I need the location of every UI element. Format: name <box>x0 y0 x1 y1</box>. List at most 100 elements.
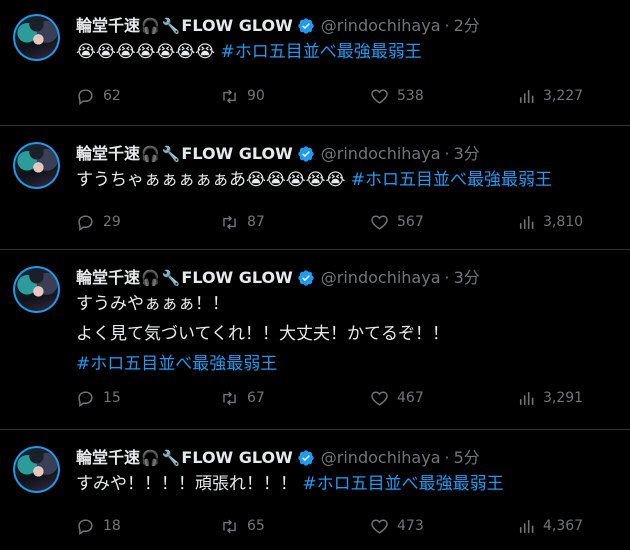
timestamp[interactable]: 2分 <box>454 15 480 37</box>
display-name-suffix[interactable]: FLOW GLOW <box>181 15 292 37</box>
retweet-count: 90 <box>247 88 265 104</box>
heart-icon <box>371 88 388 104</box>
tweet-line: 😭😭😭😭😭😭😭 #ホロ五目並べ最強最弱王 <box>76 42 422 62</box>
handle[interactable]: @rindochihaya <box>321 447 441 469</box>
views-icon <box>519 215 534 229</box>
views-count: 3,810 <box>543 214 584 230</box>
verified-badge-icon <box>298 18 314 34</box>
heart-icon <box>371 390 388 406</box>
like-button[interactable]: 467 <box>370 389 424 408</box>
tweet-text: すうみやぁぁぁ！！ よく見て気づいてくれ！！大丈夫！かてるぞ！！ #ホロ五目並べ… <box>76 289 614 379</box>
handle[interactable]: @rindochihaya <box>321 143 441 165</box>
separator-dot: · <box>444 144 450 163</box>
avatar[interactable] <box>13 142 60 189</box>
tweet[interactable]: 輪堂千速 🎧 🔧 FLOW GLOW @rindochihaya · 2分 😭😭… <box>0 0 630 126</box>
timestamp[interactable]: 3分 <box>454 143 480 165</box>
avatar[interactable] <box>13 14 60 61</box>
verified-badge-icon <box>298 146 314 162</box>
wrench-icon: 🔧 <box>161 449 181 467</box>
retweet-icon <box>223 391 236 405</box>
display-name[interactable]: 輪堂千速 <box>76 15 140 37</box>
like-count: 467 <box>397 390 424 406</box>
views-icon <box>519 519 534 533</box>
tweet[interactable]: 輪堂千速 🎧 🔧 FLOW GLOW @rindochihaya · 5分 すみ… <box>0 430 630 550</box>
retweet-count: 87 <box>247 214 265 230</box>
tweet-actions: 62 90 538 3,227 <box>76 86 586 106</box>
views-icon <box>519 89 534 103</box>
reply-icon <box>78 88 93 105</box>
separator-dot: · <box>444 268 450 287</box>
retweet-button[interactable]: 65 <box>220 517 265 536</box>
reply-button[interactable]: 62 <box>76 87 121 106</box>
tweet-text: 😭😭😭😭😭😭😭 #ホロ五目並べ最強最弱王 <box>76 37 614 67</box>
tweet[interactable]: 輪堂千速 🎧 🔧 FLOW GLOW @rindochihaya · 3分 すう… <box>0 250 630 430</box>
views-button[interactable]: 3,810 <box>516 213 583 232</box>
reply-count: 18 <box>103 518 121 534</box>
timestamp[interactable]: 5分 <box>454 447 480 469</box>
tweet-line: すうみやぁぁぁ！！ <box>76 294 229 314</box>
tweet[interactable]: 輪堂千速 🎧 🔧 FLOW GLOW @rindochihaya · 3分 すう… <box>0 126 630 250</box>
heart-icon <box>371 214 388 230</box>
display-name-suffix[interactable]: FLOW GLOW <box>181 267 292 289</box>
tweet-line: すうちゃぁぁぁぁぁあ😭😭😭😭😭 #ホロ五目並べ最強最弱王 <box>76 170 552 190</box>
views-button[interactable]: 4,367 <box>516 517 583 536</box>
tweet-header: 輪堂千速 🎧 🔧 FLOW GLOW @rindochihaya · 3分 <box>76 267 480 289</box>
tweet-header: 輪堂千速 🎧 🔧 FLOW GLOW @rindochihaya · 5分 <box>76 447 480 469</box>
views-button[interactable]: 3,291 <box>516 389 583 408</box>
tweet-line: よく見て気づいてくれ！！大丈夫！かてるぞ！！ <box>76 324 449 344</box>
headphones-icon: 🎧 <box>141 17 160 35</box>
like-count: 473 <box>397 518 424 534</box>
retweet-icon <box>223 519 236 533</box>
handle[interactable]: @rindochihaya <box>321 267 441 289</box>
tweet-actions: 18 65 473 4,367 <box>76 516 586 536</box>
display-name[interactable]: 輪堂千速 <box>76 267 140 289</box>
hashtag-link[interactable]: #ホロ五目並べ最強最弱王 <box>220 42 421 62</box>
separator-dot: · <box>444 448 450 467</box>
retweet-button[interactable]: 90 <box>220 87 265 106</box>
views-button[interactable]: 3,227 <box>516 87 583 106</box>
display-name-suffix[interactable]: FLOW GLOW <box>181 143 292 165</box>
reply-button[interactable]: 29 <box>76 213 121 232</box>
display-name[interactable]: 輪堂千速 <box>76 143 140 165</box>
reply-button[interactable]: 18 <box>76 517 121 536</box>
hashtag-link[interactable]: #ホロ五目並べ最強最弱王 <box>302 474 503 494</box>
views-count: 3,227 <box>543 88 584 104</box>
reply-button[interactable]: 15 <box>76 389 121 408</box>
heart-icon <box>371 518 388 534</box>
tweet-line: すみや！！！！頑張れ！！！ #ホロ五目並べ最強最弱王 <box>76 474 504 494</box>
retweet-count: 67 <box>247 390 265 406</box>
tweet-header: 輪堂千速 🎧 🔧 FLOW GLOW @rindochihaya · 2分 <box>76 15 480 37</box>
timestamp[interactable]: 3分 <box>454 267 480 289</box>
avatar[interactable] <box>13 446 60 493</box>
handle[interactable]: @rindochihaya <box>321 15 441 37</box>
retweet-button[interactable]: 67 <box>220 389 265 408</box>
hashtag-link[interactable]: #ホロ五目並べ最強最弱王 <box>76 354 277 374</box>
display-name-suffix[interactable]: FLOW GLOW <box>181 447 292 469</box>
verified-badge-icon <box>298 450 314 466</box>
tweet-actions: 15 67 467 3,291 <box>76 388 586 408</box>
hashtag-link[interactable]: #ホロ五目並べ最強最弱王 <box>351 170 552 190</box>
avatar[interactable] <box>13 266 60 313</box>
reply-count: 62 <box>103 88 121 104</box>
retweet-count: 65 <box>247 518 265 534</box>
views-count: 4,367 <box>543 518 584 534</box>
views-icon <box>519 391 534 405</box>
wrench-icon: 🔧 <box>161 269 181 287</box>
tweet-line: #ホロ五目並べ最強最弱王 <box>76 349 614 379</box>
like-count: 538 <box>397 88 424 104</box>
headphones-icon: 🎧 <box>141 269 160 287</box>
tweet-text: すうちゃぁぁぁぁぁあ😭😭😭😭😭 #ホロ五目並べ最強最弱王 <box>76 165 614 195</box>
retweet-icon <box>223 215 236 229</box>
separator-dot: · <box>444 16 450 35</box>
like-button[interactable]: 538 <box>370 87 424 106</box>
reply-icon <box>78 390 93 407</box>
tweet-text: すみや！！！！頑張れ！！！ #ホロ五目並べ最強最弱王 <box>76 469 614 499</box>
like-button[interactable]: 473 <box>370 517 424 536</box>
retweet-button[interactable]: 87 <box>220 213 265 232</box>
like-button[interactable]: 567 <box>370 213 424 232</box>
like-count: 567 <box>397 214 424 230</box>
verified-badge-icon <box>298 270 314 286</box>
reply-icon <box>78 518 93 535</box>
display-name[interactable]: 輪堂千速 <box>76 447 140 469</box>
headphones-icon: 🎧 <box>141 449 160 467</box>
